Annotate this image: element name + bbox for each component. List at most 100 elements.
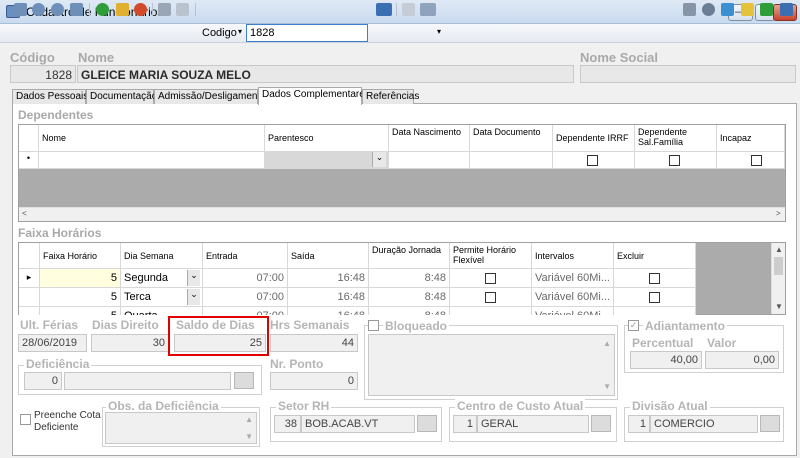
parentesco-combo[interactable]: ⌄ bbox=[265, 152, 389, 169]
search-icon[interactable] bbox=[376, 3, 392, 16]
dependentes-title: Dependentes bbox=[18, 108, 94, 122]
col-header-saida[interactable]: Saída bbox=[288, 243, 369, 269]
deficiencia-code-field: 0 bbox=[24, 372, 62, 390]
report-icon[interactable] bbox=[420, 3, 436, 16]
saida-cell[interactable]: 16:48 bbox=[288, 288, 369, 307]
faixa-horario-cell[interactable]: 5 bbox=[40, 269, 121, 288]
chevron-down-icon[interactable]: ⌄ bbox=[372, 152, 386, 167]
options-icon[interactable] bbox=[683, 3, 696, 16]
col-header-entrada[interactable]: Entrada bbox=[203, 243, 288, 269]
col-header-intervalos[interactable]: Intervalos bbox=[532, 243, 614, 269]
highlight-box bbox=[168, 316, 269, 356]
percentual-label: Percentual bbox=[632, 336, 694, 350]
excluir-checkbox[interactable] bbox=[649, 273, 660, 284]
codigo-label: Código bbox=[10, 50, 55, 65]
deficiencia-lookup-icon[interactable] bbox=[234, 372, 254, 389]
toolbar-separator bbox=[89, 3, 90, 16]
scroll-up-icon[interactable]: ▲ bbox=[775, 245, 783, 254]
dia-semana-combo[interactable]: Segunda ⌄ bbox=[121, 269, 203, 288]
setor-rh-lookup-icon[interactable] bbox=[417, 415, 437, 432]
dia-semana-combo[interactable]: Terca ⌄ bbox=[121, 288, 203, 307]
bloqueado-memo: ▲ ▼ bbox=[368, 334, 615, 396]
dependente-irrf-checkbox[interactable] bbox=[587, 155, 598, 166]
scroll-down-icon[interactable]: ▼ bbox=[775, 302, 783, 311]
saida-cell[interactable]: 16:48 bbox=[288, 307, 369, 315]
excluir-checkbox[interactable] bbox=[649, 292, 660, 303]
scroll-right-icon[interactable]: > bbox=[776, 209, 781, 218]
data-nascimento-cell[interactable] bbox=[389, 152, 470, 169]
save-icon[interactable] bbox=[158, 3, 171, 16]
saida-cell[interactable]: 16:48 bbox=[288, 269, 369, 288]
row-marker bbox=[19, 307, 40, 315]
incapaz-checkbox[interactable] bbox=[751, 155, 762, 166]
edit-icon[interactable] bbox=[116, 3, 129, 16]
col-header-dependente-sal-familia[interactable]: Dependente Sal.Família bbox=[635, 125, 717, 152]
entrada-cell[interactable]: 07:00 bbox=[203, 288, 288, 307]
intervalos-cell[interactable]: Variável 60Mi... bbox=[532, 307, 614, 315]
entrada-cell[interactable]: 07:00 bbox=[203, 307, 288, 315]
previous-record-icon[interactable] bbox=[32, 3, 45, 16]
help-icon[interactable] bbox=[780, 3, 793, 16]
bloqueado-checkbox[interactable] bbox=[368, 320, 379, 331]
nome-cell[interactable] bbox=[39, 152, 265, 169]
scroll-left-icon[interactable]: < bbox=[22, 209, 27, 218]
print-icon[interactable] bbox=[402, 3, 415, 16]
data-documento-cell[interactable] bbox=[470, 152, 553, 169]
row-marker: • bbox=[19, 152, 39, 169]
col-header-faixa-horario[interactable]: Faixa Horário bbox=[40, 243, 121, 269]
col-header-duracao-jornada[interactable]: Duração Jornada bbox=[369, 243, 450, 269]
dia-semana-value: Segunda bbox=[124, 272, 169, 284]
faixa-horario-cell[interactable]: 5 bbox=[40, 307, 121, 315]
entrada-cell[interactable]: 07:00 bbox=[203, 269, 288, 288]
undo-icon[interactable] bbox=[176, 3, 189, 16]
tab-admissao-desligamento[interactable]: Admissão/Desligamento bbox=[154, 89, 266, 104]
codigo-search-input[interactable]: 1828 bbox=[246, 24, 368, 42]
key-icon[interactable] bbox=[702, 3, 715, 16]
chevron-down-icon[interactable]: ▾ bbox=[437, 27, 441, 36]
refresh-icon[interactable] bbox=[721, 3, 734, 16]
col-header-data-nascimento[interactable]: Data Nascimento bbox=[389, 125, 470, 152]
col-header-permite-horario-flexivel[interactable]: Permite Horário Flexível bbox=[450, 243, 532, 269]
toolbar bbox=[0, 24, 800, 43]
permite-horario-flexivel-checkbox[interactable] bbox=[485, 273, 496, 284]
centro-custo-lookup-icon[interactable] bbox=[591, 415, 611, 432]
col-header-dependente-irrf[interactable]: Dependente IRRF bbox=[553, 125, 635, 152]
tab-dados-pessoais[interactable]: Dados Pessoais bbox=[12, 89, 88, 104]
tab-documentacao[interactable]: Documentação bbox=[86, 89, 157, 104]
intervalos-cell[interactable]: Variável 60Mi... bbox=[532, 288, 614, 307]
col-header-incapaz[interactable]: Incapaz bbox=[717, 125, 785, 152]
col-header-dia-semana[interactable]: Dia Semana bbox=[121, 243, 203, 269]
col-header-data-documento[interactable]: Data Documento bbox=[470, 125, 553, 152]
chevron-down-icon[interactable]: ⌄ bbox=[187, 270, 200, 286]
tab-referencias[interactable]: Referências bbox=[362, 89, 419, 104]
chevron-down-icon[interactable]: ⌄ bbox=[187, 289, 200, 305]
last-record-icon[interactable] bbox=[70, 3, 83, 16]
add-icon[interactable] bbox=[96, 3, 109, 16]
col-header-parentesco[interactable]: Parentesco bbox=[265, 125, 389, 152]
upload-icon[interactable] bbox=[760, 3, 773, 16]
divisao-atual-lookup-icon[interactable] bbox=[760, 415, 780, 432]
first-record-icon[interactable] bbox=[14, 3, 27, 16]
adiantamento-checkbox[interactable]: ✓ bbox=[628, 320, 639, 331]
col-header-nome[interactable]: Nome bbox=[39, 125, 265, 152]
intervalos-cell[interactable]: Variável 60Mi... bbox=[532, 269, 614, 288]
codigo-search-label[interactable]: Codigo bbox=[202, 27, 237, 39]
scroll-up-icon: ▲ bbox=[245, 415, 253, 424]
col-header-excluir[interactable]: Excluir bbox=[614, 243, 696, 269]
dia-semana-value[interactable]: Quarta bbox=[121, 307, 203, 315]
scroll-thumb[interactable] bbox=[774, 257, 783, 275]
faixa-vertical-scrollbar[interactable]: ▲ ▼ bbox=[771, 243, 785, 314]
chevron-down-icon[interactable]: ▾ bbox=[238, 27, 242, 36]
delete-icon[interactable] bbox=[134, 3, 147, 16]
dependentes-horizontal-scrollbar[interactable] bbox=[19, 207, 785, 221]
permite-horario-flexivel-checkbox[interactable] bbox=[485, 292, 496, 303]
excluir-cell bbox=[614, 288, 696, 307]
tab-dados-complementares[interactable]: Dados Complementares bbox=[258, 87, 370, 105]
note-icon[interactable] bbox=[741, 3, 754, 16]
permite-horario-flexivel-cell bbox=[450, 288, 532, 307]
dependente-sal-familia-checkbox[interactable] bbox=[669, 155, 680, 166]
preenche-cota-checkbox[interactable] bbox=[20, 414, 31, 425]
divisao-atual-code-field: 1 bbox=[628, 415, 650, 433]
faixa-horario-cell[interactable]: 5 bbox=[40, 288, 121, 307]
next-record-icon[interactable] bbox=[51, 3, 64, 16]
